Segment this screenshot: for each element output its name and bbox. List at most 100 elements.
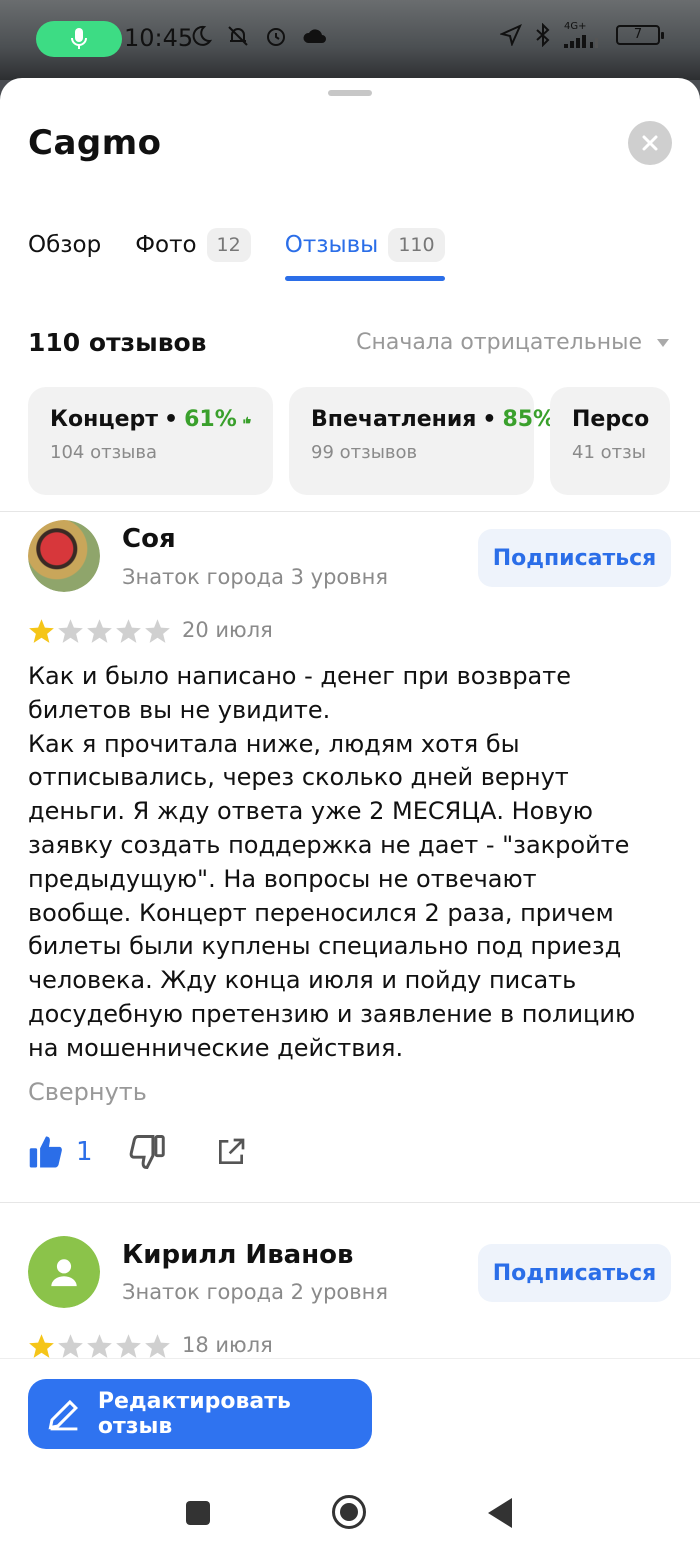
tab-badge: 12 <box>206 228 251 262</box>
signal-icon <box>564 35 598 48</box>
cloud-icon <box>303 29 326 43</box>
moon-icon <box>192 25 212 46</box>
tab-bar: Обзор Фото 12 Отзывы 110 <box>28 223 479 281</box>
aspect-chips: Концерт • 61% 104 отзыва Впечатления • 8… <box>28 387 670 495</box>
rating-stars <box>28 618 171 644</box>
sort-label: Сначала отрицательные <box>356 330 642 355</box>
like-icon[interactable] <box>28 1135 64 1169</box>
edit-review-label: Редактировать отзыв <box>97 1389 291 1439</box>
back-button[interactable] <box>488 1498 512 1528</box>
sort-dropdown[interactable]: Сначала отрицательные <box>356 330 670 355</box>
user-icon <box>51 1259 77 1287</box>
home-button[interactable] <box>332 1495 366 1529</box>
star-empty-icon <box>116 1334 141 1358</box>
status-time: 10:45 <box>124 24 194 52</box>
star-empty-icon <box>116 619 141 643</box>
review-text-line: отписывались, через сколько дней вернут <box>28 763 569 792</box>
review-author[interactable]: Кирилл Иванов <box>122 1240 353 1270</box>
review-text-line: заявку создать поддержка не дает - "закр… <box>28 830 630 859</box>
review-text-line: досудебную претензию и заявление в полиц… <box>28 999 636 1028</box>
chip-percent: 85% <box>502 407 556 432</box>
pencil-icon <box>48 1399 78 1431</box>
avatar[interactable] <box>28 1236 100 1308</box>
review-text-line: деньги. Я жду ответа уже 2 МЕСЯЦА. Новую <box>28 797 593 826</box>
review-text: Как и было написано - денег при возврате… <box>28 660 678 1066</box>
rating-stars <box>28 1333 171 1359</box>
aspect-chip[interactable]: Впечатления • 85% 99 отзывов <box>289 387 555 495</box>
divider <box>0 1202 700 1203</box>
review-text-line: вообще. Концерт переносился 2 раза, прич… <box>28 898 614 927</box>
dislike-icon[interactable] <box>129 1135 165 1169</box>
author-level: Знаток города 2 уровня <box>122 1280 389 1304</box>
review-actions: 1 <box>28 1135 247 1169</box>
chip-count: 99 отзывов <box>311 442 418 463</box>
bottom-sheet: Cagmo Обзор Фото 12 Отзывы 110 110 отзыв… <box>0 78 700 1556</box>
close-button[interactable] <box>628 121 672 165</box>
collapse-link[interactable]: Свернуть <box>28 1078 147 1106</box>
home-dot <box>340 1503 358 1521</box>
network-type: 4G+ <box>564 21 587 32</box>
divider <box>0 511 700 512</box>
chip-title: Впечатления <box>311 407 477 432</box>
separator-dot: • <box>164 407 179 432</box>
review-author[interactable]: Соя <box>122 524 176 554</box>
review-date: 18 июля <box>182 1333 273 1357</box>
review-text-line: предыдущую". На вопросы не отвечают <box>28 864 537 893</box>
star-empty-icon <box>87 1334 112 1358</box>
avatar-image <box>28 520 100 592</box>
chip-title: Персо <box>572 407 650 432</box>
subscribe-button[interactable]: Подписаться <box>478 1244 671 1302</box>
battery-icon: 7 <box>616 25 664 45</box>
star-empty-icon <box>145 619 170 643</box>
review-text-line: билеты были куплены специально под приез… <box>28 932 622 961</box>
like-count: 1 <box>76 1137 93 1167</box>
review-text-line: Как и было написано - денег при возврате <box>28 662 572 690</box>
subscribe-button[interactable]: Подписаться <box>478 529 671 587</box>
tab-photo[interactable]: Фото 12 <box>135 223 251 267</box>
tab-label: Обзор <box>28 232 102 258</box>
alarm-icon <box>267 28 285 46</box>
star-empty-icon <box>87 619 112 643</box>
close-icon <box>642 135 658 151</box>
star-empty-icon <box>58 1334 83 1358</box>
location-icon <box>500 24 522 46</box>
tab-overview[interactable]: Обзор <box>28 223 101 267</box>
tab-label: Фото <box>135 232 197 258</box>
chevron-down-icon <box>657 338 669 347</box>
review-date: 20 июля <box>182 618 273 642</box>
review-text-line: Как я прочитала ниже, людям хотя бы <box>28 729 520 758</box>
status-bar: 10:45 4G+ 7 <box>0 0 700 80</box>
chip-percent: 61% <box>184 407 237 432</box>
bluetooth-icon <box>536 23 550 47</box>
separator-dot: • <box>482 407 497 432</box>
tab-reviews[interactable]: Отзывы 110 <box>284 223 445 281</box>
star-empty-icon <box>58 619 83 643</box>
drag-handle[interactable] <box>328 90 372 96</box>
mic-indicator[interactable] <box>36 21 122 57</box>
author-level: Знаток города 3 уровня <box>122 565 389 589</box>
recents-button[interactable] <box>186 1501 210 1525</box>
review-text-line: на мошеннические действия. <box>28 1033 404 1062</box>
bell-off-icon <box>228 26 248 46</box>
share-icon[interactable] <box>215 1136 247 1168</box>
avatar-placeholder <box>28 1236 100 1308</box>
reviews-count: 110 отзывов <box>28 328 207 357</box>
star-empty-icon <box>145 1334 170 1358</box>
system-nav-bar <box>0 1470 700 1556</box>
aspect-chip[interactable]: Концерт • 61% 104 отзыва <box>28 387 273 495</box>
mic-icon <box>71 28 87 49</box>
aspect-chip[interactable]: Персо 41 отзы <box>550 387 670 495</box>
thumbs-up-icon <box>243 416 251 423</box>
avatar[interactable] <box>28 520 100 592</box>
chip-count: 104 отзыва <box>50 442 157 463</box>
star-filled-icon <box>29 1334 54 1358</box>
review-text-line: билетов вы не увидите. <box>28 695 331 724</box>
edit-review-button[interactable]: Редактировать отзыв <box>28 1379 372 1449</box>
star-filled-icon <box>29 619 54 643</box>
tab-label: Отзывы <box>284 232 379 258</box>
page-title: Cagmo <box>28 123 162 163</box>
tab-badge: 110 <box>388 228 445 262</box>
chip-title: Концерт <box>50 407 159 432</box>
review-text-line: человека. Жду конца июля и пойду писать <box>28 966 577 995</box>
chip-count: 41 отзы <box>572 442 646 463</box>
